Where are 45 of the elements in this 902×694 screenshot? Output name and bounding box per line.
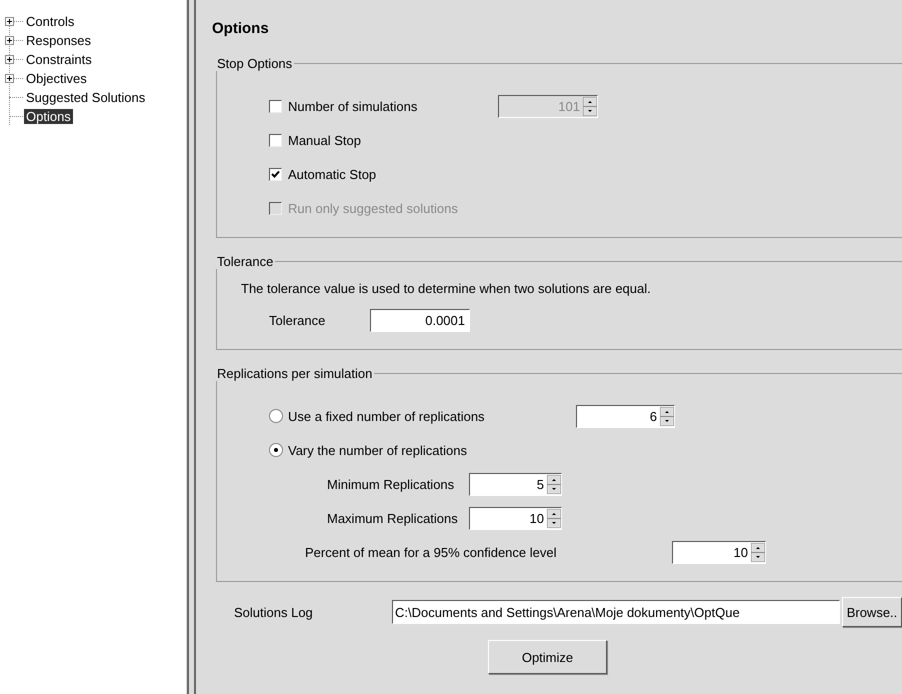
optimize-button[interactable]: Optimize <box>488 640 607 674</box>
tree-item[interactable]: Suggested Solutions <box>24 90 148 105</box>
tolerance-field[interactable]: 0.0001 <box>370 308 470 332</box>
number-spinner[interactable]: 5 <box>469 472 562 496</box>
tree-item[interactable]: Options <box>24 109 73 124</box>
number-spinner[interactable]: 6 <box>576 404 675 428</box>
number-spinner[interactable]: 10 <box>469 506 562 530</box>
spinner-arrows-icon[interactable] <box>751 542 765 562</box>
checkbox[interactable] <box>269 134 282 146</box>
check-icon <box>271 170 280 178</box>
radio-label: Vary the number of replications <box>288 442 467 458</box>
radio-button[interactable] <box>269 409 283 423</box>
expand-icon[interactable] <box>5 74 14 83</box>
field-label: Minimum Replications <box>327 476 456 492</box>
checkbox-label: Run only suggested solutions <box>288 200 458 216</box>
checkbox-label: Number of simulations <box>288 98 418 114</box>
expand-icon[interactable] <box>5 17 14 26</box>
group-title: Stop Options <box>216 56 294 71</box>
group-title: Replications per simulation <box>216 366 374 381</box>
panel-title: Options <box>212 20 270 39</box>
tolerance-description: The tolerance value is used to determine when two solutions are equal. <box>240 280 652 298</box>
radio-button[interactable] <box>269 443 283 457</box>
expand-icon[interactable] <box>5 36 14 45</box>
tree-item[interactable]: Controls <box>24 14 76 29</box>
expand-icon[interactable] <box>5 55 14 64</box>
field-label: Solutions Log <box>233 604 314 620</box>
spinner-arrows-icon[interactable] <box>547 474 561 494</box>
checkbox[interactable] <box>269 168 282 180</box>
tree-item[interactable]: Objectives <box>24 71 89 86</box>
checkbox-label: Manual Stop <box>288 132 361 148</box>
splitter-bar[interactable] <box>187 0 196 694</box>
radio-label: Use a fixed number of replications <box>288 408 486 424</box>
checkbox-label: Automatic Stop <box>288 166 376 182</box>
spinner-arrows-icon[interactable] <box>660 406 674 426</box>
spinner-arrows-icon[interactable] <box>547 508 561 528</box>
field-label: Tolerance <box>269 312 326 328</box>
tree-item[interactable]: Constraints <box>24 52 94 67</box>
path-field[interactable]: C:\Documents and Settings\Arena\Moje dokumenty\OptQue <box>392 600 840 624</box>
tree-item[interactable]: Responses <box>24 33 94 48</box>
number-spinner[interactable]: 10 <box>672 540 766 564</box>
checkbox[interactable] <box>269 100 282 112</box>
group-title: Tolerance <box>216 254 274 269</box>
field-label: Maximum Replications <box>327 510 459 526</box>
browse-button[interactable]: Browse.. <box>842 597 902 627</box>
field-label: Percent of mean for a 95% confidence level <box>305 544 558 560</box>
